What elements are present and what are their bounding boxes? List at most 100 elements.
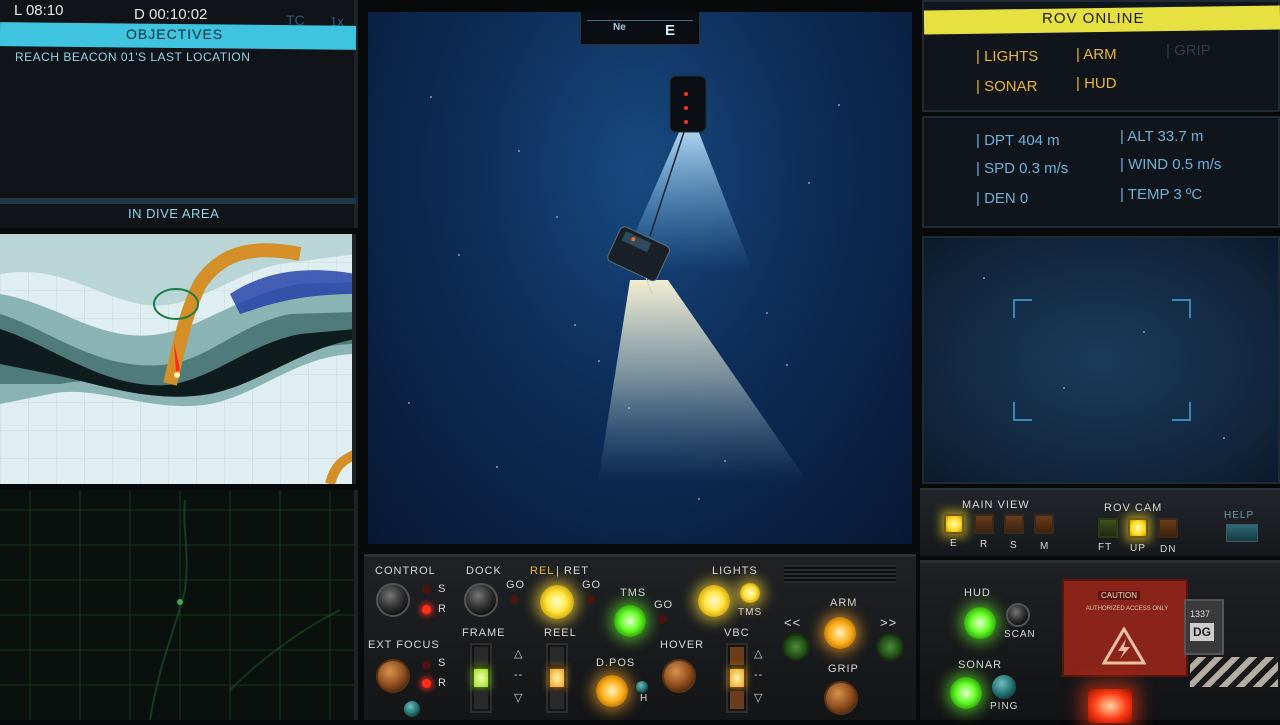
vbc-label: VBC [724,627,750,639]
frame-dash: -- [514,669,524,681]
control-label: CONTROL [375,565,436,577]
help-button[interactable] [1226,524,1258,542]
tms-go-led [658,615,667,624]
status-divider [0,198,356,204]
dock-go-label: GO [506,579,526,591]
arm-rotate-right-button[interactable] [876,633,904,661]
local-time: L 08:10 [14,2,64,19]
vbc-down-arrow: ▽ [754,692,764,704]
arm-rotate-left-label: << [784,615,802,630]
ext-focus-knob[interactable] [376,659,410,693]
system-arm: | ARM [1076,46,1117,63]
objectives-header: OBJECTIVES [126,26,224,42]
arm-button[interactable] [824,617,856,649]
help-label: HELP [1224,510,1255,521]
ext-focus-small-knob[interactable] [404,701,420,717]
control-r-label: R [438,603,447,615]
control-s-label: S [438,583,447,595]
depth-readout: | DPT 404 m [976,132,1060,149]
arm-label: ARM [830,597,858,609]
rov-cam-dn-button[interactable] [1158,518,1178,538]
rel-button[interactable] [540,585,574,619]
rov-telemetry-panel: | DPT 404 m | ALT 33.7 m | SPD 0.3 m/s |… [922,116,1280,228]
objectives-panel: L 08:10 D 00:10:02 TC 1x OBJECTIVES REAC… [0,0,358,228]
frame-slider[interactable] [470,643,492,713]
dpos-h-knob[interactable] [636,681,648,693]
system-sonar: | SONAR [976,78,1038,95]
hover-label: HOVER [660,639,705,651]
arm-rotate-left-button[interactable] [782,633,810,661]
ping-label: PING [990,701,1019,712]
hazard-stripes [1190,657,1278,687]
underwater-scene [598,75,808,482]
frame-up-arrow: △ [514,648,524,660]
lights-label: LIGHTS [712,565,758,577]
tms-label: TMS [620,587,647,599]
hud-button[interactable] [964,607,996,639]
ext-focus-s-label: S [438,657,447,669]
emergency-button[interactable] [1088,689,1132,723]
main-view-e-button[interactable] [944,514,964,534]
main-view-key-e: E [950,538,958,549]
sonar-button[interactable] [950,677,982,709]
caution-title: CAUTION [1098,591,1140,600]
high-voltage-icon [1102,627,1146,665]
system-grip: | GRIP [1166,42,1211,59]
main-view-m-button[interactable] [1034,514,1054,534]
control-s-led [422,585,431,594]
system-lights: | LIGHTS [976,48,1039,65]
vbc-slider[interactable] [726,643,748,713]
rov-cam-up-button[interactable] [1128,518,1148,538]
dpos-button[interactable] [596,675,628,707]
badge-code: DG [1190,623,1214,641]
ext-focus-r-led [422,679,431,688]
rov-cam-key-ft: FT [1098,542,1113,553]
rov-online-label: ROV ONLINE [1042,10,1145,27]
altitude-readout: | ALT 33.7 m [1120,128,1204,145]
tms-button[interactable] [614,605,646,637]
objective-item: REACH BEACON 01'S LAST LOCATION [15,50,251,64]
caution-panel: CAUTION AUTHORIZED ACCESS ONLY [1062,579,1188,677]
tms-go-label: GO [654,599,674,611]
control-console: CONTROL S R DOCK GO REL | RET GO TMS GO … [364,554,916,720]
lights-button[interactable] [698,585,730,617]
scan-knob[interactable] [1006,603,1030,627]
hover-knob[interactable] [662,659,696,693]
rov-camera-screen[interactable] [922,236,1280,484]
camera-reticle [983,277,1225,439]
ping-knob[interactable] [992,675,1016,699]
rov-cam-label: ROV CAM [1104,502,1163,514]
dpos-label: D.POS [596,657,636,669]
ret-label: RET [564,565,589,577]
rov-cam-key-dn: DN [1160,544,1177,555]
main-view-key-r: R [980,539,989,550]
ext-focus-label: EXT FOCUS [368,639,440,651]
reel-slider[interactable] [546,643,568,713]
main-view-r-button[interactable] [974,514,994,534]
main-view-key-s: S [1010,540,1018,551]
dock-knob[interactable] [464,583,498,617]
main-view-s-button[interactable] [1004,514,1024,534]
vbc-dash: -- [754,669,764,681]
arm-rotate-right-label: >> [880,615,898,630]
dive-map[interactable] [0,234,356,484]
rel-ret-separator: | [556,565,560,577]
rov-cam-ft-button[interactable] [1098,518,1118,538]
compass-strip: Ne E [580,12,700,45]
rel-label: REL [530,565,555,577]
hud-label: HUD [964,587,991,599]
system-hud: | HUD [1076,75,1117,92]
grip-knob[interactable] [824,681,858,715]
lights-tms-button[interactable] [740,583,760,603]
lights-tms-label: TMS [738,607,763,618]
dive-time: D 00:10:02 [134,6,208,23]
wind-readout: | WIND 0.5 m/s [1120,156,1222,173]
badge-number: 1337 [1190,609,1211,619]
main-view-key-m: M [1040,541,1050,552]
vbc-up-arrow: △ [754,648,764,660]
density-readout: | DEN 0 [976,190,1029,207]
control-knob[interactable] [376,583,410,617]
dpos-h-label: H [640,693,649,704]
main-camera-view[interactable]: Ne E [368,12,912,544]
temperature-readout: | TEMP 3 ºC [1120,186,1203,203]
